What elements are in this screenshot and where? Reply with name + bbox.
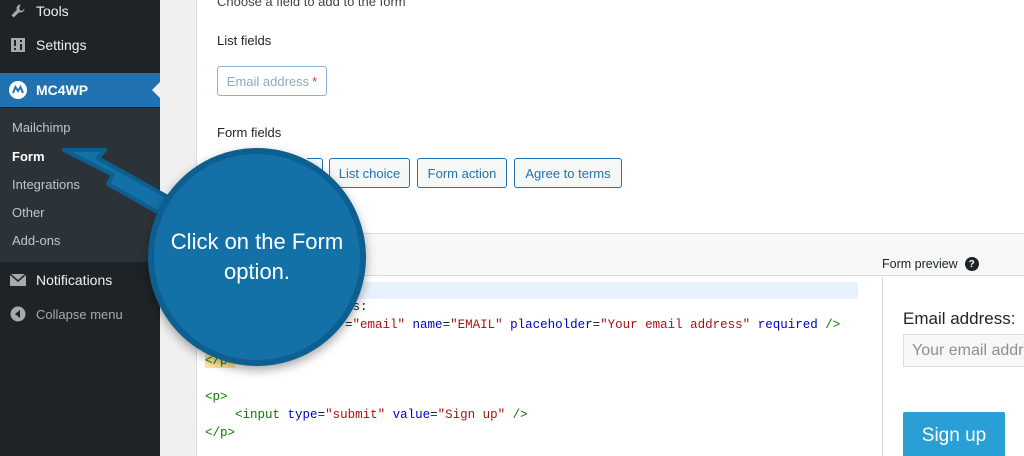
- code-token: "Your email address": [600, 318, 751, 332]
- code-token: =: [317, 408, 326, 422]
- wrench-icon: [0, 3, 36, 19]
- code-token: <input: [235, 408, 281, 422]
- form-fields-heading: Form fields: [217, 125, 282, 140]
- settings-sliders-icon: [0, 37, 36, 53]
- collapse-menu-button[interactable]: Collapse menu: [0, 297, 160, 331]
- menu-label-notifications: Notifications: [36, 272, 113, 288]
- form-preview-panel: Email address: Your email address Sign u…: [882, 276, 1024, 456]
- code-token: "email": [352, 318, 406, 332]
- collapse-arrow-icon: [0, 306, 36, 322]
- code-token: required: [757, 318, 818, 332]
- menu-item-mc4wp[interactable]: MC4WP: [0, 73, 160, 107]
- code-line: </p>: [205, 426, 235, 440]
- menu-item-settings[interactable]: Settings: [0, 28, 160, 62]
- code-token: "EMAIL": [450, 318, 503, 332]
- code-token: type: [287, 408, 318, 422]
- form-preview-title: Form preview ?: [882, 257, 979, 271]
- code-token: value: [392, 408, 431, 422]
- envelope-icon: [0, 273, 36, 287]
- code-line: <input type="submit" value="Sign up" />: [205, 408, 528, 422]
- list-fields-heading: List fields: [217, 33, 272, 48]
- annotation-callout: Click on the Form option.: [148, 148, 366, 366]
- submenu-item-integrations[interactable]: Integrations: [12, 177, 80, 192]
- collapse-menu-label: Collapse menu: [36, 306, 123, 322]
- code-token: />: [505, 408, 528, 422]
- preview-signup-button[interactable]: Sign up: [903, 412, 1005, 456]
- menu-item-notifications[interactable]: Notifications: [0, 263, 160, 297]
- code-token: placeholder: [510, 318, 593, 332]
- code-token: <p>: [205, 390, 228, 404]
- help-icon[interactable]: ?: [964, 257, 979, 271]
- code-token: =: [592, 318, 601, 332]
- submenu-item-mailchimp[interactable]: Mailchimp: [12, 120, 71, 135]
- submenu-item-other[interactable]: Other: [12, 205, 45, 220]
- menu-label-tools: Tools: [36, 3, 69, 19]
- preview-email-label: Email address:: [903, 309, 1016, 328]
- menu-label-settings: Settings: [36, 37, 87, 53]
- code-token: "Sign up": [437, 408, 506, 422]
- active-indicator: [152, 82, 160, 98]
- submenu-item-add-ons[interactable]: Add-ons: [12, 233, 60, 248]
- submenu-item-form[interactable]: Form: [12, 149, 45, 164]
- email-address-field-label: Email address: [226, 73, 310, 89]
- form-action-button[interactable]: Form action: [417, 158, 507, 188]
- code-token: =: [430, 408, 438, 422]
- field-chooser-intro: Choose a field to add to the form: [217, 0, 406, 9]
- mc4wp-submenu: Mailchimp Form Integrations Other Add-on…: [0, 108, 160, 262]
- list-choice-button[interactable]: List choice: [329, 158, 410, 188]
- code-token: "submit": [325, 408, 386, 422]
- code-token: =: [442, 318, 451, 332]
- email-address-field-button[interactable]: Email address *: [217, 66, 327, 96]
- callout-text: Click on the Form option.: [170, 229, 344, 284]
- code-line: <p>: [205, 390, 228, 404]
- code-token: =: [345, 318, 353, 332]
- admin-sidebar: Tools Settings MC4WP Mailchimp Form Inte…: [0, 0, 160, 456]
- mc4wp-logo-icon: [0, 80, 36, 100]
- required-asterisk: *: [312, 73, 318, 89]
- menu-label-mc4wp: MC4WP: [36, 82, 89, 98]
- menu-item-tools[interactable]: Tools: [0, 0, 160, 28]
- form-preview-label: Form preview: [882, 257, 958, 271]
- code-token: name: [412, 318, 443, 332]
- code-token: />: [817, 318, 841, 332]
- code-line: ="email" name="EMAIL" placeholder="Your …: [345, 318, 840, 332]
- code-token: </p>: [205, 426, 236, 440]
- preview-email-input[interactable]: Your email address: [903, 334, 1024, 367]
- agree-to-terms-button[interactable]: Agree to terms: [514, 158, 622, 188]
